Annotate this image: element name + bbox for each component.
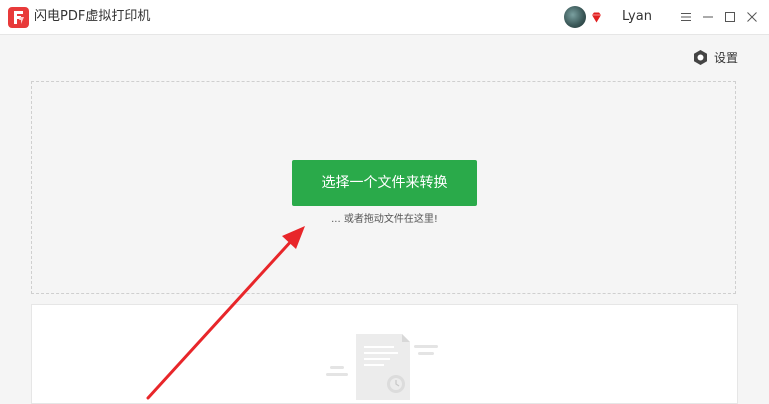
title-bar: 闪电PDF虚拟打印机 Lyan (0, 0, 769, 35)
drag-hint-text: ... 或者拖动文件在这里! (331, 214, 438, 225)
app-title: 闪电PDF虚拟打印机 (34, 9, 151, 24)
menu-icon[interactable] (678, 9, 694, 25)
user-avatar[interactable] (564, 6, 586, 28)
vip-diamond-icon (592, 12, 601, 23)
empty-document-icon (326, 334, 438, 400)
app-logo-icon (8, 7, 29, 28)
hexagon-gear-icon (694, 50, 707, 65)
choose-file-button[interactable]: 选择一个文件来转换 (292, 160, 477, 206)
username-label[interactable]: Lyan (622, 8, 652, 26)
close-icon[interactable] (744, 9, 760, 25)
minimize-icon[interactable] (700, 9, 716, 25)
maximize-icon[interactable] (722, 9, 738, 25)
settings-label: 设置 (714, 51, 739, 65)
